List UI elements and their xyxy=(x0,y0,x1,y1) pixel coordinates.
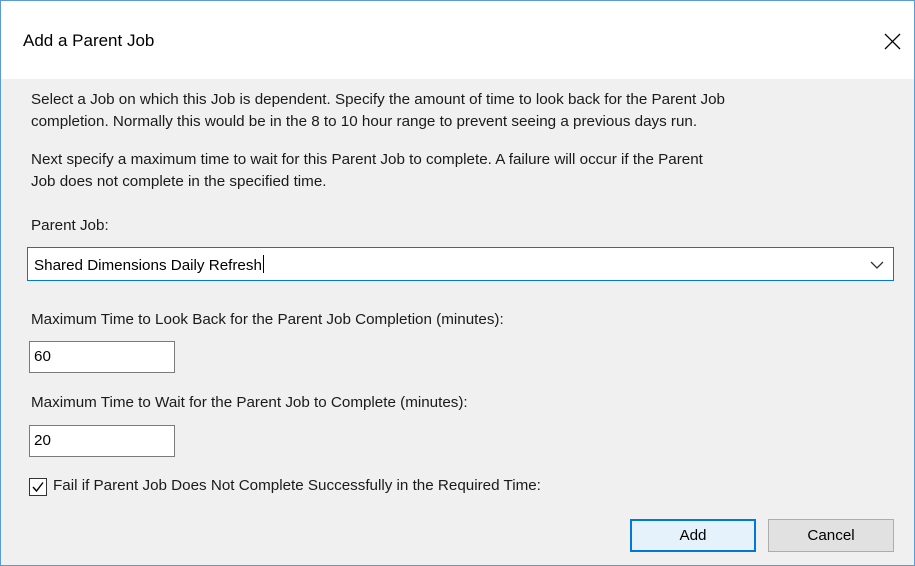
wait-time-value: 20 xyxy=(34,432,51,449)
parent-job-label: Parent Job: xyxy=(31,217,109,234)
cancel-button[interactable]: Cancel xyxy=(768,519,894,552)
look-back-value: 60 xyxy=(34,348,51,365)
instructions-line: Select a Job on which this Job is depend… xyxy=(31,91,725,108)
fail-option-label: Fail if Parent Job Does Not Complete Suc… xyxy=(53,477,541,494)
checkmark-icon xyxy=(32,482,44,493)
title-bar: Add a Parent Job xyxy=(1,1,914,79)
instructions-paragraph-2: Next specify a maximum time to wait for … xyxy=(31,149,911,193)
instructions-line: Next specify a maximum time to wait for … xyxy=(31,151,703,168)
dialog-title: Add a Parent Job xyxy=(23,31,155,50)
look-back-label: Maximum Time to Look Back for the Parent… xyxy=(31,311,504,328)
close-icon xyxy=(884,33,900,49)
wait-time-label: Maximum Time to Wait for the Parent Job … xyxy=(31,394,468,411)
instructions-line: completion. Normally this would be in th… xyxy=(31,113,698,130)
add-button[interactable]: Add xyxy=(630,519,756,552)
instructions-line: Job does not complete in the specified t… xyxy=(31,173,327,190)
look-back-input[interactable]: 60 xyxy=(29,341,175,373)
add-parent-job-dialog: Add a Parent Job Select a Job on which t… xyxy=(0,0,915,566)
parent-job-value: Shared Dimensions Daily Refresh xyxy=(34,255,264,274)
wait-time-input[interactable]: 20 xyxy=(29,425,175,457)
parent-job-select[interactable]: Shared Dimensions Daily Refresh xyxy=(27,247,894,281)
fail-option-checkbox[interactable] xyxy=(29,478,47,496)
instructions-paragraph-1: Select a Job on which this Job is depend… xyxy=(31,89,911,133)
chevron-down-icon[interactable] xyxy=(869,258,885,272)
close-button[interactable] xyxy=(872,21,912,61)
